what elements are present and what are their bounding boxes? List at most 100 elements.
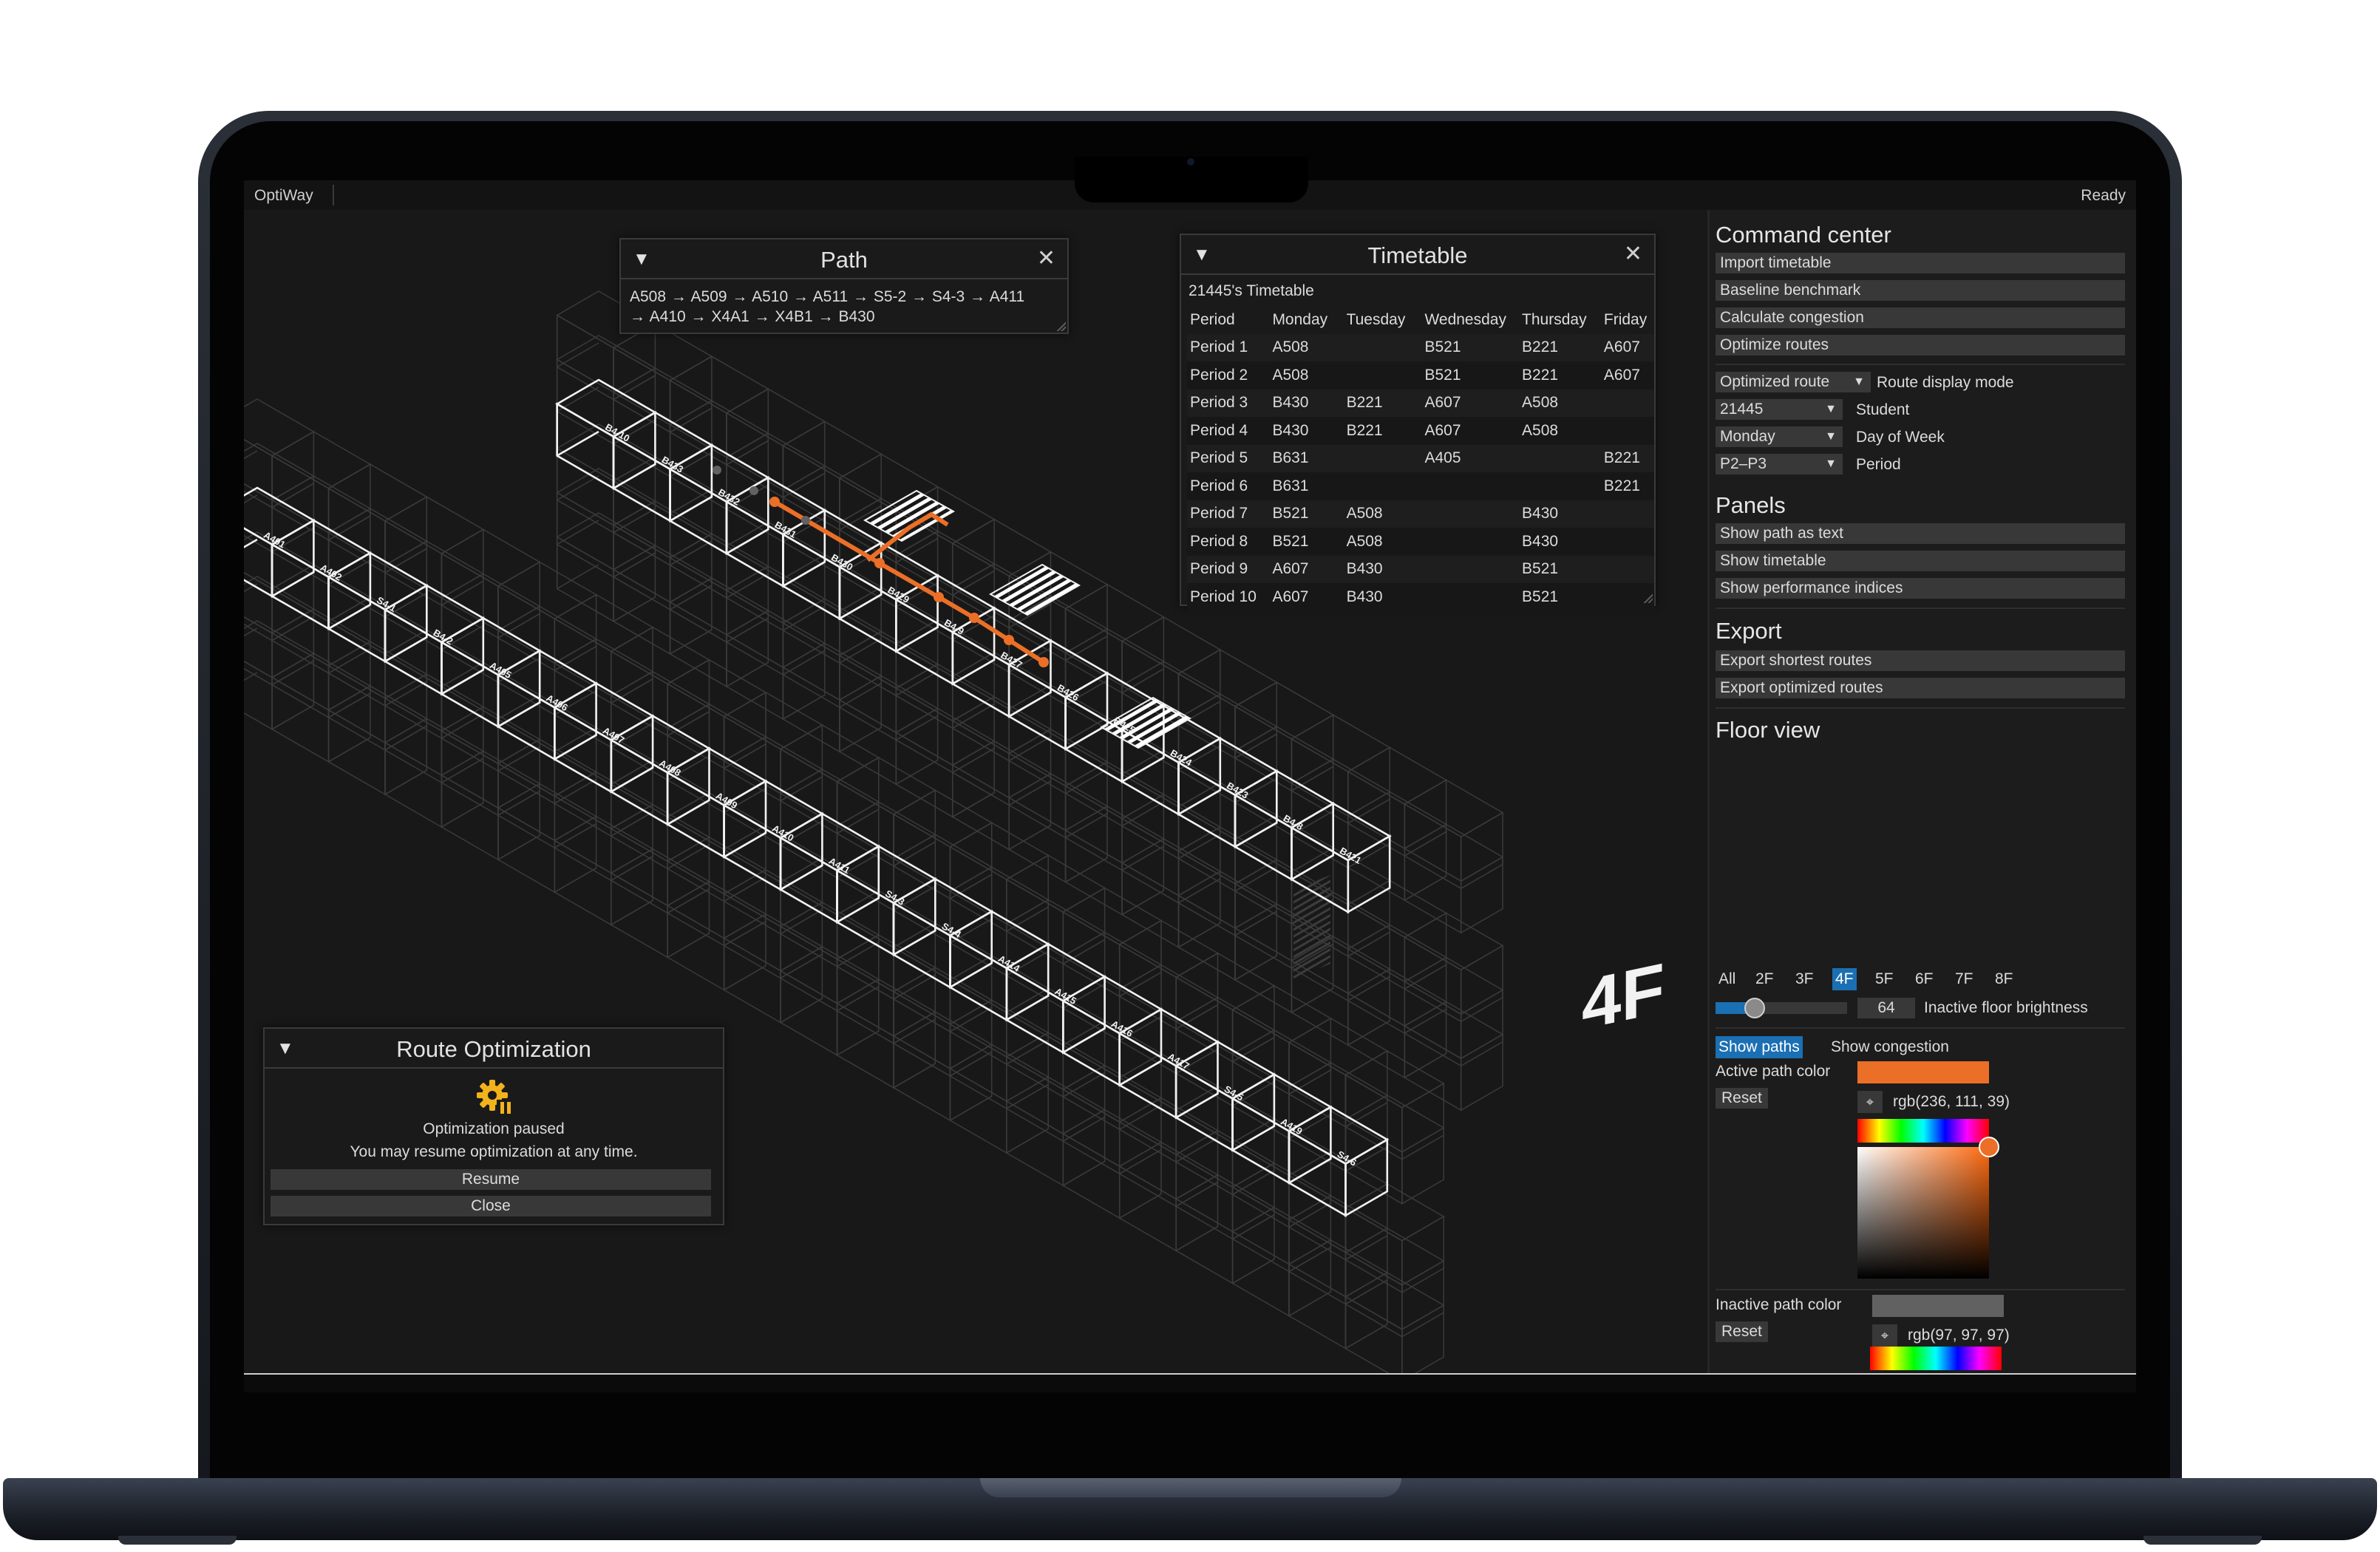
reset-inactive-color-button[interactable]: Reset — [1716, 1321, 1768, 1342]
table-cell — [1601, 417, 1654, 445]
floor-tab-6f[interactable]: 6F — [1912, 968, 1937, 990]
table-cell: Period 10 — [1190, 588, 1257, 605]
room-label: A407 — [601, 725, 626, 746]
timetable-column-header: Monday — [1272, 310, 1328, 328]
show-performance-button[interactable]: Show performance indices — [1716, 578, 2125, 599]
floor-tab-4f[interactable]: 4F — [1832, 968, 1857, 990]
divider — [1716, 1027, 2125, 1029]
optimize-routes-button[interactable]: Optimize routes — [1716, 335, 2125, 355]
route-mode-select[interactable]: Optimized route ▼ — [1716, 372, 1871, 392]
table-cell — [1601, 556, 1654, 584]
table-cell: B521 — [1272, 505, 1309, 523]
room-label: A401 — [262, 529, 287, 551]
table-cell: B521 — [1424, 366, 1461, 384]
path-panel[interactable]: ▼ Path ✕ A508 → A509 → A510 → A511 → S5-… — [619, 238, 1069, 334]
inactive-color-swatch[interactable] — [1872, 1295, 2004, 1317]
period-select[interactable]: P2–P3 ▼ — [1716, 454, 1843, 474]
show-congestion-toggle[interactable]: Show congestion — [1828, 1036, 1952, 1058]
student-label: Student — [1856, 401, 1910, 418]
table-cell: B631 — [1272, 449, 1309, 467]
path-panel-header[interactable]: ▼ Path ✕ — [621, 239, 1067, 279]
route-optimization-header[interactable]: ▼ Route Optimization — [265, 1029, 723, 1069]
inactive-color-value-box[interactable]: ⌖ rgb(97, 97, 97) — [1872, 1324, 2050, 1347]
table-cell: B221 — [1346, 421, 1383, 439]
import-timetable-button[interactable]: Import timetable — [1716, 253, 2125, 273]
timetable-panel[interactable]: ▼ Timetable ✕ 21445's Timetable Period Mo… — [1180, 234, 1656, 611]
floor-tab-7f[interactable]: 7F — [1952, 968, 1976, 990]
student-select[interactable]: 21445 ▼ — [1716, 399, 1843, 420]
calculate-congestion-button[interactable]: Calculate congestion — [1716, 307, 2125, 328]
path-panel-title: Path — [820, 247, 868, 273]
active-hue-bar[interactable] — [1857, 1119, 1989, 1143]
table-cell: A508 — [1522, 421, 1559, 439]
floor-tab-5f[interactable]: 5F — [1872, 968, 1897, 990]
table-row: Period 4 B430 B221 A607 A508 — [1187, 417, 1654, 445]
room-label: A406 — [545, 692, 570, 714]
color-knob[interactable] — [1979, 1137, 1999, 1157]
table-cell: Period 7 — [1190, 505, 1248, 523]
room-label: B433 — [660, 454, 685, 475]
command-panel: Command center Import timetable Baseline… — [1707, 210, 2136, 1373]
timetable-column-header: Period — [1190, 310, 1235, 328]
room-label: B430 — [829, 552, 854, 574]
close-icon[interactable]: ✕ — [1037, 245, 1055, 271]
inactive-hue-bar[interactable] — [1870, 1347, 2002, 1370]
table-cell: B631 — [1272, 477, 1309, 494]
brightness-value[interactable]: 64 — [1857, 998, 1915, 1018]
export-heading: Export — [1716, 618, 1782, 644]
resize-grip[interactable] — [1642, 593, 1653, 603]
reset-active-color-button[interactable]: Reset — [1716, 1088, 1768, 1109]
table-cell: A607 — [1603, 338, 1640, 356]
show-path-text-button[interactable]: Show path as text — [1716, 523, 2125, 544]
table-cell — [1519, 445, 1601, 473]
inactive-route-node — [801, 516, 810, 525]
floor-tab-all[interactable]: All — [1716, 968, 1738, 990]
timetable-panel-header[interactable]: ▼ Timetable ✕ — [1181, 235, 1654, 275]
room-label: B432 — [716, 486, 741, 508]
close-button[interactable]: Close — [271, 1196, 711, 1216]
table-cell: B221 — [1522, 366, 1559, 384]
active-color-swatch[interactable] — [1857, 1061, 1989, 1083]
table-row: Period 1 A508 B521 B221 A607 — [1187, 333, 1654, 361]
resume-button[interactable]: Resume — [271, 1169, 711, 1190]
route-optimization-panel[interactable]: ▼ Route Optimization Optimization paused… — [263, 1027, 724, 1225]
route-optimization-title: Route Optimization — [396, 1036, 591, 1062]
active-color-picker[interactable] — [1857, 1137, 1999, 1279]
room-label: A417 — [1166, 1051, 1191, 1072]
close-icon[interactable]: ✕ — [1624, 241, 1642, 267]
day-value: Monday — [1720, 428, 1775, 445]
table-cell: A508 — [1272, 338, 1309, 356]
show-paths-toggle[interactable]: Show paths — [1716, 1036, 1803, 1058]
eyedropper-icon[interactable]: ⌖ — [1872, 1324, 1897, 1347]
floor-tab-3f[interactable]: 3F — [1792, 968, 1817, 990]
table-cell: B521 — [1522, 588, 1559, 605]
table-cell: B430 — [1522, 532, 1559, 550]
chevron-down-icon: ▼ — [1853, 375, 1865, 388]
resize-grip[interactable] — [1055, 321, 1066, 331]
table-cell: B521 — [1522, 560, 1559, 578]
export-optimized-button[interactable]: Export optimized routes — [1716, 678, 2125, 698]
room-label: B421 — [1338, 845, 1363, 866]
bottom-bar — [244, 1373, 2136, 1392]
room-label: A408 — [657, 758, 682, 779]
floor-tab-2f[interactable]: 2F — [1752, 968, 1777, 990]
route-mode-value: Optimized route — [1720, 373, 1830, 390]
laptop-foot — [2143, 1536, 2262, 1545]
floor-tab-8f[interactable]: 8F — [1992, 968, 2016, 990]
export-shortest-button[interactable]: Export shortest routes — [1716, 650, 2125, 671]
baseline-benchmark-button[interactable]: Baseline benchmark — [1716, 280, 2125, 301]
table-cell — [1421, 556, 1519, 584]
show-timetable-button[interactable]: Show timetable — [1716, 551, 2125, 571]
active-color-value-box[interactable]: ⌖ rgb(236, 111, 39) — [1857, 1091, 2035, 1113]
status-text: Ready — [2081, 187, 2126, 204]
route-mode-label: Route display mode — [1877, 374, 2014, 391]
table-cell: Period 3 — [1190, 394, 1248, 412]
brightness-slider[interactable] — [1716, 998, 1847, 1018]
active-color-label: Active path color — [1716, 1063, 1831, 1080]
slider-knob[interactable] — [1744, 998, 1766, 1018]
day-select[interactable]: Monday ▼ — [1716, 426, 1843, 447]
chevron-down-icon: ▼ — [1825, 457, 1837, 470]
active-color-value: rgb(236, 111, 39) — [1893, 1093, 2010, 1110]
eyedropper-icon[interactable]: ⌖ — [1857, 1091, 1883, 1113]
table-cell — [1601, 389, 1654, 418]
